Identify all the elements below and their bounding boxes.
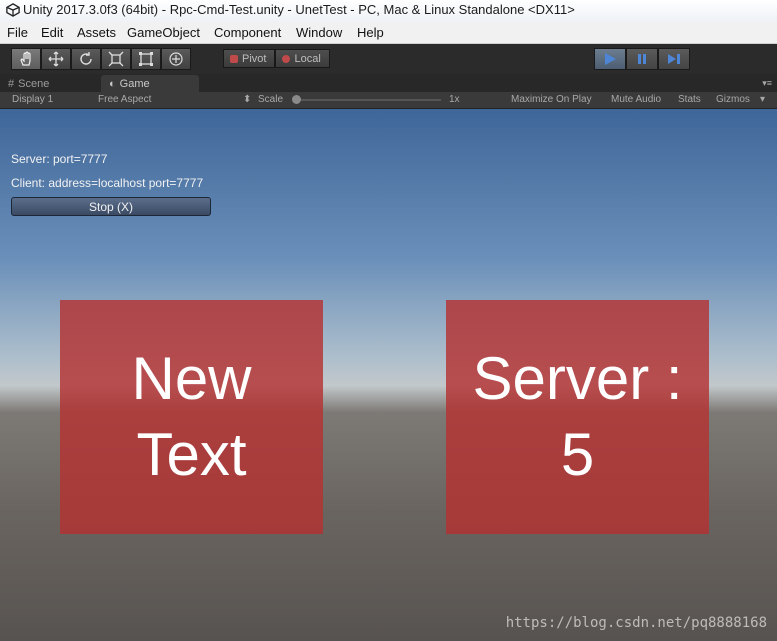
menu-file[interactable]: File <box>7 25 28 40</box>
new-text-line2: Text <box>136 421 247 488</box>
hand-tool-button[interactable] <box>11 48 41 70</box>
menu-gameobject[interactable]: GameObject <box>127 25 200 40</box>
hand-icon <box>20 51 31 66</box>
gizmos-dropdown-arrow-icon[interactable]: ▾ <box>760 94 765 105</box>
stats-toggle[interactable]: Stats <box>678 94 701 105</box>
menu-bar: File Edit Assets GameObject Component Wi… <box>0 22 777 44</box>
scale-label: Scale <box>258 94 284 105</box>
move-tool-button[interactable] <box>41 48 71 70</box>
window-title: Unity 2017.3.0f3 (64bit) - Rpc-Cmd-Test.… <box>23 2 575 17</box>
pivot-icon <box>230 54 238 63</box>
server-status-text: Server: port=7777 <box>11 152 108 166</box>
rect-icon <box>139 52 153 66</box>
pause-button[interactable] <box>626 48 658 70</box>
scale-slider-handle[interactable] <box>292 95 301 104</box>
transform-tools <box>11 48 191 70</box>
play-controls <box>594 48 690 70</box>
mute-audio-toggle[interactable]: Mute Audio <box>611 94 661 105</box>
tab-game-label: Game <box>119 77 150 90</box>
menu-assets[interactable]: Assets <box>77 25 116 40</box>
new-text-panel: New Text <box>60 300 323 534</box>
local-label: Local <box>294 52 321 65</box>
server-count-panel: Server : 5 <box>446 300 709 534</box>
local-button[interactable]: Local <box>275 49 330 68</box>
aspect-dropdown-arrow-icon[interactable]: ⬍ <box>243 94 251 105</box>
scale-tool-button[interactable] <box>101 48 131 70</box>
menu-edit[interactable]: Edit <box>41 25 63 40</box>
tab-scene[interactable]: # Scene <box>0 75 98 92</box>
new-text-label: New Text <box>131 341 251 493</box>
scale-slider-track[interactable] <box>297 99 441 101</box>
play-button[interactable] <box>594 48 626 70</box>
server-count-line2: 5 <box>560 421 595 488</box>
transform-icon <box>169 52 183 66</box>
menu-window[interactable]: Window <box>296 25 342 40</box>
scale-icon <box>108 51 124 67</box>
main-toolbar: Pivot Local <box>0 44 777 74</box>
scale-value: 1x <box>449 94 460 105</box>
pivot-label: Pivot <box>242 52 267 65</box>
rotate-icon <box>80 52 92 65</box>
unity-logo-icon <box>6 3 20 17</box>
scene-grid-icon: # <box>8 77 15 90</box>
game-viewport[interactable]: Server: port=7777 Client: address=localh… <box>0 109 777 641</box>
rotate-tool-button[interactable] <box>71 48 101 70</box>
client-status-text: Client: address=localhost port=7777 <box>11 176 204 190</box>
move-icon <box>48 51 64 67</box>
watermark-text: https://blog.csdn.net/pq8888168 <box>505 615 767 631</box>
stop-button[interactable]: Stop (X) <box>11 197 211 216</box>
gizmos-toggle[interactable]: Gizmos <box>716 94 750 105</box>
server-count-label: Server : 5 <box>472 341 682 493</box>
rect-tool-button[interactable] <box>131 48 161 70</box>
game-view-controls: Display 1 Free Aspect ⬍ Scale 1x Maximiz… <box>0 92 777 109</box>
tab-scene-label: Scene <box>18 77 50 90</box>
new-text-line1: New <box>131 345 252 412</box>
view-tabbar: # Scene ◐ Game ▾≡ <box>0 74 777 92</box>
pivot-button[interactable]: Pivot <box>223 49 276 68</box>
tab-options-icon[interactable]: ▾≡ <box>762 78 772 89</box>
play-icon <box>605 53 616 65</box>
aspect-dropdown[interactable]: Free Aspect <box>98 94 151 105</box>
step-button[interactable] <box>658 48 690 70</box>
menu-help[interactable]: Help <box>357 25 384 40</box>
step-icon <box>668 54 680 64</box>
transform-tool-button[interactable] <box>161 48 191 70</box>
menu-component[interactable]: Component <box>214 25 281 40</box>
server-count-line1: Server : <box>472 345 683 412</box>
pause-icon <box>638 54 646 64</box>
display-dropdown[interactable]: Display 1 <box>12 94 53 105</box>
local-icon <box>282 54 291 63</box>
tab-game[interactable]: ◐ Game <box>101 75 199 92</box>
game-pacman-icon: ◐ <box>109 77 116 90</box>
pivot-controls: Pivot Local <box>223 49 330 68</box>
maximize-on-play-toggle[interactable]: Maximize On Play <box>511 94 592 105</box>
window-titlebar: Unity 2017.3.0f3 (64bit) - Rpc-Cmd-Test.… <box>0 0 777 23</box>
